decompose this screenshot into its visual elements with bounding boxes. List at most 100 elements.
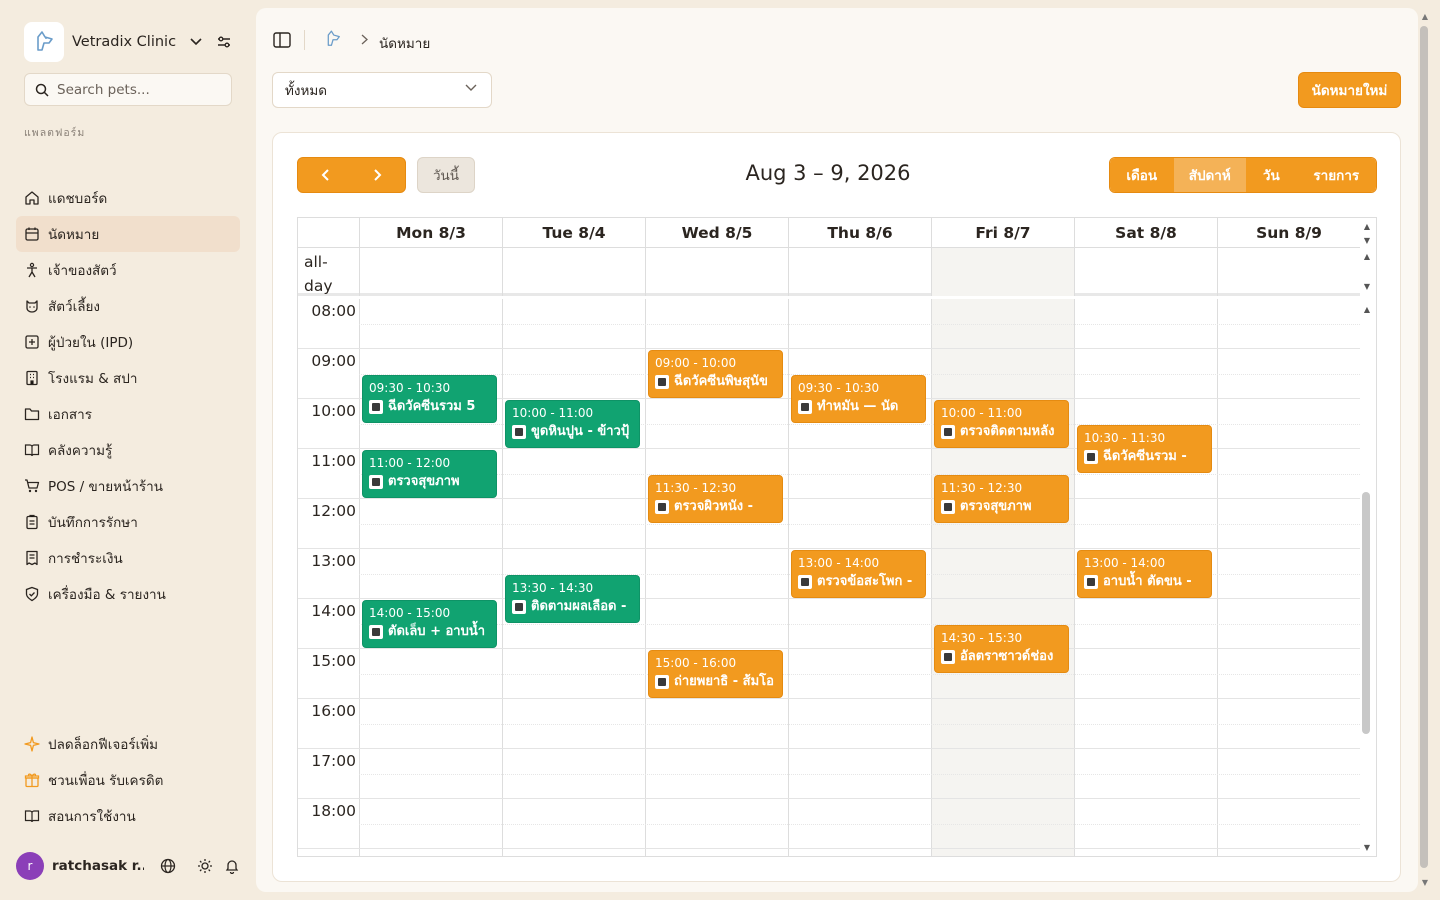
appointment-event[interactable]: 14:00 - 15:00 ตัดเล็บ + อาบน้ำ (362, 600, 497, 648)
hour-label: 17:00 (311, 752, 356, 770)
allday-scroll-up-icon[interactable]: ▲ (1362, 251, 1372, 261)
event-time: 10:00 - 11:00 (941, 406, 1023, 420)
sidebar-item[interactable]: คลังความรู้ (16, 432, 240, 468)
sidebar-bottom-item-label: สอนการใช้งาน (48, 809, 136, 825)
all-day-cell[interactable] (1217, 248, 1360, 296)
chevron-right-icon (358, 32, 370, 46)
half-hour-line (359, 624, 1360, 625)
sidebar-item[interactable]: การชำระเงิน (16, 540, 240, 576)
appointment-event[interactable]: 11:00 - 12:00 ตรวจสุขภาพ (362, 450, 497, 498)
user-name[interactable]: ratchasak r... (52, 858, 144, 874)
allday-scroll-down-icon[interactable]: ▼ (1362, 281, 1372, 291)
page-scroll-up-icon[interactable]: ▲ (1420, 12, 1430, 22)
today-button[interactable]: วันนี้ (417, 157, 475, 193)
appointment-event[interactable]: 13:00 - 14:00 อาบน้ำ ตัดขน - (1077, 550, 1212, 598)
appointment-event[interactable]: 10:30 - 11:30 ฉีดวัคซีนรวม - (1077, 425, 1212, 473)
appointment-event[interactable]: 13:00 - 14:00 ตรวจข้อสะโพก - (791, 550, 926, 598)
breadcrumb-home-logo-icon[interactable] (322, 28, 344, 50)
appointment-event[interactable]: 09:00 - 10:00 ฉีดวัคซีนพิษสุนัข (648, 350, 783, 398)
sidebar-item[interactable]: นัดหมาย (16, 216, 240, 252)
sidebar-item[interactable]: เอกสาร (16, 396, 240, 432)
day-header[interactable]: Fri 8/7 (931, 218, 1074, 248)
all-day-cell[interactable] (788, 248, 931, 296)
chevron-down-icon[interactable] (186, 32, 206, 52)
sidebar-bottom-nav: ปลดล็อกฟีเจอร์เพิ่ม ชวนเพื่อน รับเครดิตสอ… (16, 726, 240, 834)
sidebar-item[interactable]: เจ้าของสัตว์ (16, 252, 240, 288)
all-day-cell[interactable] (502, 248, 645, 296)
sidebar-item[interactable]: POS / ขายหน้าร้าน (16, 468, 240, 504)
sidebar-bottom-item[interactable]: ชวนเพื่อน รับเครดิต (16, 762, 240, 798)
appointment-event[interactable]: 14:30 - 15:30 อัลตราซาวด์ช่อง (934, 625, 1069, 673)
bell-icon[interactable] (223, 857, 241, 875)
avatar[interactable]: r (16, 852, 44, 880)
sidebar-item-label: นัดหมาย (48, 227, 100, 243)
new-appointment-button[interactable]: นัดหมายใหม่ (1298, 72, 1401, 108)
sidebar-bottom-item[interactable]: ปลดล็อกฟีเจอร์เพิ่ม (16, 726, 240, 762)
all-day-cell[interactable] (931, 248, 1074, 296)
appointment-event[interactable]: 11:30 - 12:30 ตรวจสุขภาพ (934, 475, 1069, 523)
sidebar-item[interactable]: สัตว์เลี้ยง (16, 288, 240, 324)
globe-icon[interactable] (159, 857, 177, 875)
appointment-event[interactable]: 11:30 - 12:30 ตรวจผิวหนัง - (648, 475, 783, 523)
grid-scrollbar[interactable] (1362, 492, 1370, 734)
day-header[interactable]: Tue 8/4 (502, 218, 645, 248)
hour-label: 13:00 (311, 552, 356, 570)
hour-label: 12:00 (311, 502, 356, 520)
appointment-event[interactable]: 13:30 - 14:30 ติดตามผลเลือด - (505, 575, 640, 623)
search-input[interactable] (57, 81, 217, 98)
day-header[interactable]: Mon 8/3 (359, 218, 502, 248)
time-grid[interactable]: 08:00 09:00 10:00 11:00 12:00 13:00 14:00 15:00… (298, 299, 1360, 856)
user-menu[interactable]: r ratchasak r... (16, 852, 246, 880)
scroll-down-arrow-icon[interactable]: ▼ (1362, 235, 1372, 245)
view-button[interactable]: รายการ (1296, 158, 1376, 192)
view-button[interactable]: วัน (1245, 158, 1297, 192)
page-scrollbar[interactable] (1420, 26, 1428, 868)
sidebar-item-label: เครื่องมือ & รายงาน (48, 587, 166, 603)
appointment-event[interactable]: 10:00 - 11:00 ตรวจติดตามหลัง (934, 400, 1069, 448)
event-title: ขูดหินปูน - ข้าวปุ้ (531, 424, 630, 439)
pet-icon (369, 475, 383, 489)
sidebar-item[interactable]: เครื่องมือ & รายงาน (16, 576, 240, 612)
cart-icon (24, 478, 40, 494)
appointment-event[interactable]: 15:00 - 16:00 ถ่ายพยาธิ - ส้มโอ (648, 650, 783, 698)
grid-scroll-up-icon[interactable]: ▲ (1362, 304, 1372, 314)
half-hour-line (359, 674, 1360, 675)
clinic-switcher[interactable]: Vetradix Clinic (24, 22, 244, 62)
day-header[interactable]: Thu 8/6 (788, 218, 931, 248)
event-title: ฉีดวัคซีนรวม 5 (388, 399, 476, 414)
page-scroll-down-icon[interactable]: ▼ (1420, 878, 1430, 888)
day-header[interactable]: Sun 8/9 (1217, 218, 1360, 248)
prev-week-button[interactable] (298, 158, 352, 192)
half-hour-line (359, 524, 1360, 525)
sidebar-item[interactable]: โรงแรม & สปา (16, 360, 240, 396)
appointment-event[interactable]: 09:30 - 10:30 ทำหมัน — นัด (791, 375, 926, 423)
clipboard-icon (24, 514, 40, 530)
day-header[interactable]: Wed 8/5 (645, 218, 788, 248)
view-button[interactable]: เดือน (1110, 158, 1174, 192)
sidebar-toggle-icon[interactable] (272, 30, 292, 50)
scroll-up-arrow-icon[interactable]: ▲ (1362, 221, 1372, 231)
grid-scroll-down-icon[interactable]: ▼ (1362, 842, 1372, 852)
sidebar-item[interactable]: แดชบอร์ด (16, 180, 240, 216)
appointment-event[interactable]: 09:30 - 10:30 ฉีดวัคซีนรวม 5 (362, 375, 497, 423)
sidebar-item[interactable]: บันทึกการรักษา (16, 504, 240, 540)
filter-select[interactable]: ทั้งหมด (272, 72, 492, 108)
calendar-header: Mon 8/3 Tue 8/4 Wed 8/5 Thu 8/6 Fri 8/7 Sat 8… (298, 218, 1360, 248)
pet-icon (941, 500, 955, 514)
next-week-button[interactable] (352, 158, 406, 192)
day-header[interactable]: Sat 8/8 (1074, 218, 1217, 248)
all-day-cell[interactable] (645, 248, 788, 296)
appointment-event[interactable]: 10:00 - 11:00 ขูดหินปูน - ข้าวปุ้ (505, 400, 640, 448)
event-title: อาบน้ำ ตัดขน - (1103, 574, 1192, 589)
view-button[interactable]: สัปดาห์ (1173, 158, 1246, 192)
sidebar-bottom-item[interactable]: สอนการใช้งาน (16, 798, 240, 834)
event-time: 13:00 - 14:00 (798, 556, 880, 570)
sidebar-item[interactable]: ผู้ป่วยใน (IPD) (16, 324, 240, 360)
half-hour-line (359, 324, 1360, 325)
sun-icon[interactable] (196, 857, 214, 875)
half-hour-line (359, 774, 1360, 775)
all-day-cell[interactable] (1074, 248, 1217, 296)
search-box[interactable] (24, 73, 232, 106)
all-day-cell[interactable] (359, 248, 502, 296)
sliders-icon[interactable] (214, 32, 234, 52)
